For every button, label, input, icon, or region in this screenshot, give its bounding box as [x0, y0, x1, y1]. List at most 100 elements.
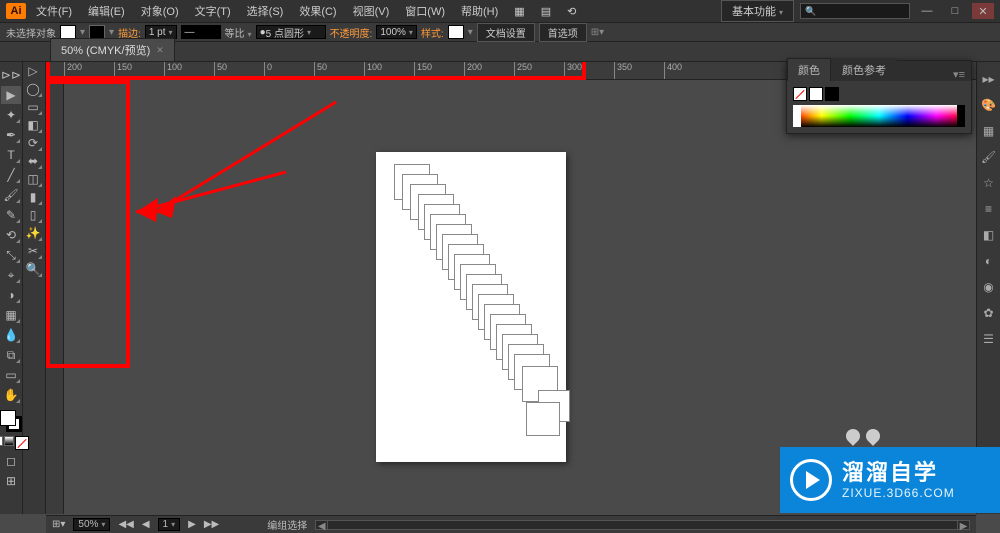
- menu-select[interactable]: 选择(S): [241, 1, 290, 21]
- tool-gradient[interactable]: ▮: [23, 188, 43, 206]
- tool-artboard[interactable]: ▭: [1, 366, 21, 384]
- tool-line[interactable]: ╱: [1, 166, 21, 184]
- zoom-input[interactable]: 50%: [73, 518, 110, 531]
- stroke-profile[interactable]: —: [181, 25, 221, 39]
- sb-nav-last[interactable]: ▶▶: [204, 519, 219, 530]
- mode-color[interactable]: [0, 436, 3, 446]
- align-icon[interactable]: ⊞▾: [591, 27, 604, 38]
- app-logo: Ai: [6, 3, 26, 19]
- menu-window[interactable]: 窗口(W): [399, 1, 451, 21]
- color-white-swatch[interactable]: [809, 87, 823, 101]
- status-mode-label: 编组选择: [267, 517, 307, 532]
- tool-width[interactable]: ⌖: [1, 266, 21, 284]
- menu-file[interactable]: 文件(F): [30, 1, 78, 21]
- brush-dropdown[interactable]: ● 5 点圆形: [256, 25, 326, 39]
- dock-brushes-icon[interactable]: 🖌: [980, 148, 998, 166]
- dock-stroke-icon[interactable]: ≡: [980, 200, 998, 218]
- mode-none[interactable]: [15, 436, 29, 450]
- mode-gradient[interactable]: [4, 436, 14, 446]
- tool-blend[interactable]: ⧉: [1, 346, 21, 364]
- toolbar-icon-1[interactable]: ▦: [508, 3, 530, 20]
- window-maximize[interactable]: □: [944, 3, 966, 19]
- document-setup-button[interactable]: 文档设置: [477, 23, 535, 42]
- document-tab[interactable]: 50% (CMYK/预览) ✕: [50, 38, 175, 61]
- tool-symbol-sprayer[interactable]: ✨: [23, 224, 43, 242]
- tool-reflect[interactable]: ⟳: [23, 134, 43, 152]
- search-input[interactable]: 🔍: [800, 3, 910, 19]
- color-panel[interactable]: 颜色 颜色参考 ▾≡: [786, 60, 972, 134]
- shape-square[interactable]: [526, 402, 560, 436]
- toolbar-icon-3[interactable]: ⟲: [561, 3, 582, 20]
- fill-swatch[interactable]: [60, 25, 76, 39]
- tool-type[interactable]: T: [1, 146, 21, 164]
- tool-direct-select[interactable]: ▷: [23, 62, 43, 80]
- style-swatch[interactable]: [448, 25, 464, 39]
- dock-symbols-icon[interactable]: ☆: [980, 174, 998, 192]
- tool-perspective[interactable]: ◫: [23, 170, 43, 188]
- ruler-tick: 200: [64, 62, 114, 79]
- menu-type[interactable]: 文字(T): [189, 1, 237, 21]
- stroke-swatch[interactable]: [89, 25, 105, 39]
- dock-gradient-icon[interactable]: ◧: [980, 226, 998, 244]
- watermark-decor: [846, 429, 880, 443]
- page-input[interactable]: 1: [158, 518, 181, 531]
- tool-magic-wand[interactable]: ✦: [1, 106, 21, 124]
- toolbar-icon-2[interactable]: ▤: [535, 3, 557, 20]
- tool-grabber[interactable]: ⊳⊳: [1, 66, 21, 84]
- sb-nav-back[interactable]: ◀: [142, 519, 150, 530]
- tool-column-graph[interactable]: ▯: [23, 206, 43, 224]
- sb-nav-prev[interactable]: ◀◀: [118, 519, 133, 530]
- dock-color-icon[interactable]: 🎨: [980, 96, 998, 114]
- annotation-arrow-1: [126, 92, 346, 222]
- tool-rect[interactable]: ▭: [23, 98, 43, 116]
- dock-transparency-icon[interactable]: ◐: [980, 252, 998, 270]
- workspace-switcher[interactable]: 基本功能: [721, 0, 794, 22]
- tool-mesh[interactable]: ▦: [1, 306, 21, 324]
- tool-lasso[interactable]: ◯: [23, 80, 43, 98]
- tool-free-transform[interactable]: ⬌: [23, 152, 43, 170]
- panel-menu-icon[interactable]: ▾≡: [947, 68, 971, 81]
- opacity-label: 不透明度:: [330, 25, 373, 40]
- menu-view[interactable]: 视图(V): [347, 1, 396, 21]
- window-close[interactable]: ✕: [972, 3, 994, 19]
- tool-eyedropper[interactable]: 💧: [1, 326, 21, 344]
- tab-close-icon[interactable]: ✕: [156, 45, 164, 56]
- window-minimize[interactable]: —: [916, 3, 938, 19]
- tool-hand[interactable]: ✋: [1, 386, 21, 404]
- menu-help[interactable]: 帮助(H): [455, 1, 504, 21]
- color-black-swatch[interactable]: [825, 87, 839, 101]
- dock-layers-icon[interactable]: ☰: [980, 330, 998, 348]
- sb-nav-next[interactable]: ▶: [188, 519, 196, 530]
- menu-edit[interactable]: 编辑(E): [82, 1, 131, 21]
- tool-scale[interactable]: ⤡: [1, 246, 21, 264]
- tool-pencil[interactable]: ✎: [1, 206, 21, 224]
- tool-change-screen[interactable]: ⊞: [1, 472, 21, 490]
- opacity-input[interactable]: 100%: [376, 25, 417, 39]
- menu-object[interactable]: 对象(O): [135, 1, 185, 21]
- dock-expand-icon[interactable]: ▸▸: [980, 70, 998, 88]
- preferences-button[interactable]: 首选项: [539, 23, 587, 42]
- color-none-swatch[interactable]: [793, 87, 807, 101]
- stroke-weight-input[interactable]: 1 pt: [145, 25, 177, 39]
- tool-zoom[interactable]: 🔍: [23, 260, 43, 278]
- tool-eraser[interactable]: ◧: [23, 116, 43, 134]
- tool-screen-mode[interactable]: ◻: [1, 452, 21, 470]
- panel-tab-color-guide[interactable]: 颜色参考: [831, 58, 897, 81]
- horizontal-scrollbar[interactable]: ◀▶: [315, 520, 970, 530]
- menu-effect[interactable]: 效果(C): [293, 1, 342, 21]
- dock-graphic-styles-icon[interactable]: ✿: [980, 304, 998, 322]
- color-spectrum[interactable]: [793, 105, 965, 127]
- tool-paintbrush[interactable]: 🖌: [1, 186, 21, 204]
- vertical-ruler[interactable]: [46, 80, 64, 514]
- sb-nav-first[interactable]: ⊞▾: [52, 519, 65, 530]
- tool-selection[interactable]: ▶: [1, 86, 21, 104]
- dock-swatches-icon[interactable]: ▦: [980, 122, 998, 140]
- tool-slice[interactable]: ✂: [23, 242, 43, 260]
- tool-pen[interactable]: ✒: [1, 126, 21, 144]
- panel-tab-color[interactable]: 颜色: [787, 58, 831, 81]
- fill-stroke-indicator[interactable]: [0, 410, 22, 432]
- dock-appearance-icon[interactable]: ◉: [980, 278, 998, 296]
- tool-shape-builder[interactable]: ◑: [1, 286, 21, 304]
- dash-dropdown[interactable]: 等比: [225, 25, 252, 40]
- tool-rotate[interactable]: ⟲: [1, 226, 21, 244]
